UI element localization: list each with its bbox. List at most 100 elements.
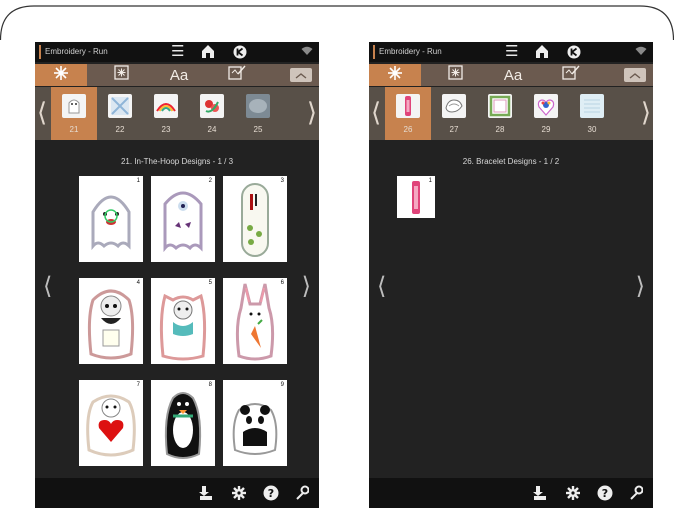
chevron-left-icon[interactable]: ⟨	[37, 95, 47, 131]
design-tile[interactable]: 2	[151, 176, 215, 262]
wifi-icon	[635, 46, 647, 56]
category-thumbnail	[200, 94, 224, 118]
category-number: 21	[69, 125, 79, 134]
chevron-right-icon[interactable]: ⟩	[302, 272, 311, 300]
k-logo-icon[interactable]	[567, 45, 581, 59]
design-tab-icon	[447, 65, 463, 85]
design-tile[interactable]: 8	[151, 380, 215, 466]
design-number: 1	[136, 178, 140, 184]
tab-designs[interactable]	[429, 64, 481, 86]
chevron-left-icon[interactable]: ⟨	[377, 272, 386, 300]
design-number: 4	[136, 280, 140, 286]
category-thumbnail	[488, 94, 512, 118]
design-tile[interactable]: 9	[223, 380, 287, 466]
tab-stitches[interactable]	[35, 64, 87, 86]
category-thumbnail	[154, 94, 178, 118]
design-tile[interactable]: 5	[151, 278, 215, 364]
category-thumbnail	[62, 94, 86, 118]
category-thumbnail	[396, 94, 420, 118]
category-toolbar: Aa	[35, 64, 319, 86]
chevron-left-icon[interactable]: ⟨	[43, 272, 52, 300]
help-icon[interactable]: ?	[263, 485, 279, 501]
section-title: 21. In-The-Hoop Designs - 1 / 3	[120, 157, 234, 166]
category-item[interactable]: 28	[477, 87, 523, 140]
tools-icon[interactable]	[629, 485, 643, 501]
category-number: 29	[541, 125, 551, 134]
category-toolbar: Aa	[369, 64, 653, 86]
category-number: 23	[161, 125, 171, 134]
category-item[interactable]: 26	[385, 87, 431, 140]
category-item[interactable]: 23	[143, 87, 189, 140]
collapse-button[interactable]	[290, 68, 312, 82]
svg-text:?: ?	[268, 487, 274, 500]
left-screen: Embroidery - Run ☰ Aa ⟨ 21 22 23 24 25 ⟩…	[35, 42, 319, 508]
category-thumbnail	[534, 94, 558, 118]
design-number: 6	[280, 280, 284, 286]
category-item[interactable]: 29	[523, 87, 569, 140]
collapse-icon	[295, 66, 307, 84]
status-accent	[373, 45, 375, 59]
design-tile[interactable]: 4	[79, 278, 143, 364]
design-number: 2	[208, 178, 212, 184]
design-tile[interactable]: 3	[223, 176, 287, 262]
category-item[interactable]: 24	[189, 87, 235, 140]
category-item[interactable]: 30	[569, 87, 615, 140]
stitch-tab-icon	[53, 65, 69, 86]
tab-text[interactable]: Aa	[153, 64, 205, 86]
settings-icon[interactable]	[231, 485, 247, 501]
category-item[interactable]: 22	[97, 87, 143, 140]
home-icon[interactable]	[535, 43, 549, 59]
category-number: 26	[403, 125, 413, 134]
design-number: 7	[136, 382, 140, 388]
design-tile[interactable]: 7	[79, 380, 143, 466]
design-number: 8	[208, 382, 212, 388]
tools-icon[interactable]	[295, 485, 309, 501]
design-number: 1	[428, 178, 432, 184]
category-item[interactable]: 27	[431, 87, 477, 140]
help-icon[interactable]: ?	[597, 485, 613, 501]
category-thumbnail	[580, 94, 604, 118]
right-screen: Embroidery - Run ☰ Aa ⟨ 26 27 28 29 30 ⟩…	[369, 42, 653, 508]
tab-edit[interactable]	[211, 64, 263, 86]
tab-text[interactable]: Aa	[487, 64, 539, 86]
home-icon[interactable]	[201, 43, 215, 59]
category-number: 28	[495, 125, 505, 134]
category-number: 22	[115, 125, 125, 134]
chevron-right-icon[interactable]: ⟩	[307, 95, 317, 131]
collapse-button[interactable]	[624, 68, 646, 82]
category-item[interactable]: 21	[51, 87, 97, 140]
bottom-bar: ?	[35, 478, 319, 508]
svg-text:?: ?	[602, 487, 608, 500]
category-thumbnail	[442, 94, 466, 118]
tab-designs[interactable]	[95, 64, 147, 86]
collapse-icon	[629, 66, 641, 84]
category-item[interactable]: 25	[235, 87, 281, 140]
import-icon[interactable]	[533, 485, 547, 501]
design-tile[interactable]: 1	[79, 176, 143, 262]
design-number: 9	[280, 382, 284, 388]
status-accent	[39, 45, 41, 59]
tab-stitches[interactable]	[369, 64, 421, 86]
design-tile[interactable]: 6	[223, 278, 287, 364]
category-thumbnail	[108, 94, 132, 118]
category-number: 24	[207, 125, 217, 134]
menu-icon[interactable]: ☰	[171, 43, 184, 61]
design-tile[interactable]: 1	[397, 176, 435, 218]
design-tab-icon	[113, 65, 129, 85]
settings-icon[interactable]	[565, 485, 581, 501]
category-strip: ⟨ 21 22 23 24 25 ⟩	[35, 87, 319, 140]
k-logo-icon[interactable]	[233, 45, 247, 59]
menu-icon[interactable]: ☰	[505, 43, 518, 61]
chevron-right-icon[interactable]: ⟩	[636, 272, 645, 300]
chevron-right-icon[interactable]: ⟩	[641, 95, 651, 131]
category-thumbnail	[246, 94, 270, 118]
status-bar: Embroidery - Run ☰	[369, 42, 653, 62]
app-title: Embroidery - Run	[379, 47, 442, 56]
import-icon[interactable]	[199, 485, 213, 501]
chevron-left-icon[interactable]: ⟨	[371, 95, 381, 131]
design-number: 5	[208, 280, 212, 286]
app-title: Embroidery - Run	[45, 47, 108, 56]
tab-edit[interactable]	[545, 64, 597, 86]
bottom-bar: ?	[369, 478, 653, 508]
section-title: 26. Bracelet Designs - 1 / 2	[462, 157, 560, 166]
